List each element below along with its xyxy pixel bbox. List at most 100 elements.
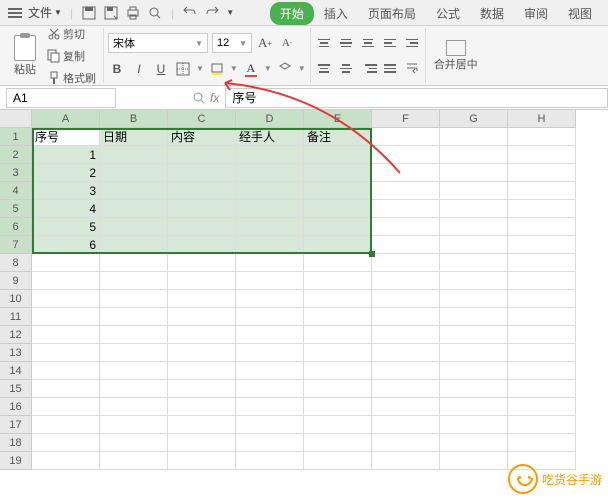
cell[interactable] [508,362,576,380]
row-header[interactable]: 18 [0,434,32,452]
cell[interactable] [236,380,304,398]
cell[interactable]: 1 [32,146,100,164]
format-cells-button[interactable] [276,60,294,78]
wrap-text-button[interactable] [403,59,421,77]
cell[interactable] [168,434,236,452]
cell[interactable] [440,380,508,398]
cell[interactable]: 序号 [32,128,100,146]
cell[interactable] [304,362,372,380]
row-header[interactable]: 8 [0,254,32,272]
cell[interactable] [236,272,304,290]
cell[interactable] [236,452,304,470]
chevron-down-icon[interactable]: ▼ [230,64,238,73]
cell[interactable] [304,326,372,344]
cell[interactable] [32,380,100,398]
row-header[interactable]: 2 [0,146,32,164]
save-icon[interactable] [81,5,97,21]
cell[interactable] [168,164,236,182]
cell[interactable] [372,434,440,452]
cell[interactable] [372,218,440,236]
cell[interactable] [100,452,168,470]
cell[interactable] [236,434,304,452]
cell[interactable] [100,416,168,434]
cell[interactable] [440,416,508,434]
cell[interactable] [32,272,100,290]
cell[interactable] [168,452,236,470]
cell[interactable] [508,236,576,254]
cell[interactable] [168,146,236,164]
cell[interactable] [440,434,508,452]
row-header[interactable]: 12 [0,326,32,344]
font-size-select[interactable]: 12 ▼ [212,33,252,53]
cell[interactable] [440,200,508,218]
row-header[interactable]: 1 [0,128,32,146]
justify-button[interactable] [381,59,399,77]
cell[interactable] [32,362,100,380]
col-header[interactable]: D [236,110,304,128]
cell[interactable] [304,434,372,452]
cell[interactable] [32,290,100,308]
tab-data[interactable]: 数据 [470,1,514,26]
cell[interactable] [372,146,440,164]
cell[interactable] [100,254,168,272]
indent-increase-button[interactable] [403,34,421,52]
cell[interactable] [100,164,168,182]
cell[interactable] [236,362,304,380]
col-header[interactable]: A [32,110,100,128]
cell[interactable] [304,254,372,272]
cell[interactable] [304,398,372,416]
cell[interactable] [100,290,168,308]
tab-view[interactable]: 视图 [558,1,602,26]
bold-button[interactable]: B [108,60,126,78]
align-right-button[interactable] [359,59,377,77]
cell[interactable] [440,128,508,146]
cell[interactable] [440,146,508,164]
cell[interactable] [236,254,304,272]
cell[interactable] [100,308,168,326]
cell[interactable] [508,326,576,344]
row-header[interactable]: 15 [0,380,32,398]
cell[interactable] [508,290,576,308]
cell[interactable] [372,236,440,254]
decrease-font-button[interactable]: A- [278,34,296,52]
cell[interactable] [508,164,576,182]
cell[interactable] [100,200,168,218]
cell[interactable] [304,236,372,254]
cell[interactable] [32,452,100,470]
name-box[interactable]: A1 [6,88,116,108]
cell[interactable] [100,146,168,164]
col-header[interactable]: C [168,110,236,128]
italic-button[interactable]: I [130,60,148,78]
align-bottom-button[interactable] [359,34,377,52]
cell[interactable] [304,182,372,200]
formula-input[interactable]: 序号 [225,88,608,108]
cell[interactable] [32,326,100,344]
cell[interactable] [100,182,168,200]
cell[interactable] [168,416,236,434]
cell[interactable] [508,200,576,218]
cell[interactable] [440,452,508,470]
chevron-down-icon[interactable]: ▼ [298,64,306,73]
cell[interactable] [32,416,100,434]
cell[interactable] [304,452,372,470]
cell[interactable] [372,290,440,308]
row-header[interactable]: 3 [0,164,32,182]
hamburger-icon[interactable] [8,8,22,18]
cell[interactable] [508,398,576,416]
cell[interactable] [304,218,372,236]
cell[interactable] [372,254,440,272]
cell[interactable] [372,200,440,218]
cell[interactable] [304,344,372,362]
cell[interactable] [168,398,236,416]
cell[interactable] [168,254,236,272]
cell[interactable] [100,398,168,416]
align-center-button[interactable] [337,59,355,77]
cell[interactable] [372,398,440,416]
fx-label[interactable]: fx [210,91,219,105]
cell[interactable] [304,308,372,326]
row-header[interactable]: 19 [0,452,32,470]
cell[interactable] [168,218,236,236]
cell[interactable] [236,236,304,254]
cell[interactable] [236,398,304,416]
cell[interactable] [440,290,508,308]
